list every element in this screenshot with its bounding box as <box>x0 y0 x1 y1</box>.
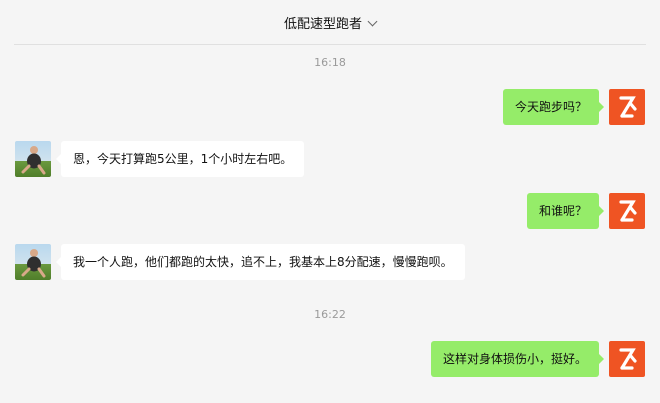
my-avatar[interactable] <box>609 193 645 229</box>
chat-title-dropdown[interactable]: 低配速型跑者 <box>0 13 660 32</box>
header-divider <box>14 44 646 45</box>
my-avatar[interactable] <box>609 341 645 377</box>
chat-header: 低配速型跑者 <box>0 0 660 44</box>
brand-logo-icon <box>619 96 637 118</box>
brand-logo-icon <box>619 200 637 222</box>
message-bubble-received[interactable]: 恩，今天打算跑5公里，1个小时左右吧。 <box>55 141 305 177</box>
message-bubble-sent[interactable]: 这样对身体损伤小，挺好。 <box>430 341 605 377</box>
contact-avatar[interactable] <box>15 141 51 177</box>
brand-logo-icon <box>619 348 637 370</box>
runner-photo-icon <box>21 249 46 278</box>
message-bubble-sent[interactable]: 今天跑步吗？ <box>502 89 605 125</box>
message-bubble-sent[interactable]: 和谁呢？ <box>526 193 605 229</box>
chat-title: 低配速型跑者 <box>283 17 362 32</box>
contact-avatar[interactable] <box>15 244 51 280</box>
message-bubble-received[interactable]: 我一个人跑，他们都跑的太快，追不上，我基本上8分配速，慢慢跑呗。 <box>56 244 465 280</box>
timestamp: 16:18 <box>314 56 346 69</box>
my-avatar[interactable] <box>609 89 645 125</box>
chevron-down-icon <box>367 16 378 27</box>
timestamp: 16:22 <box>314 308 346 321</box>
runner-photo-icon <box>21 146 46 175</box>
